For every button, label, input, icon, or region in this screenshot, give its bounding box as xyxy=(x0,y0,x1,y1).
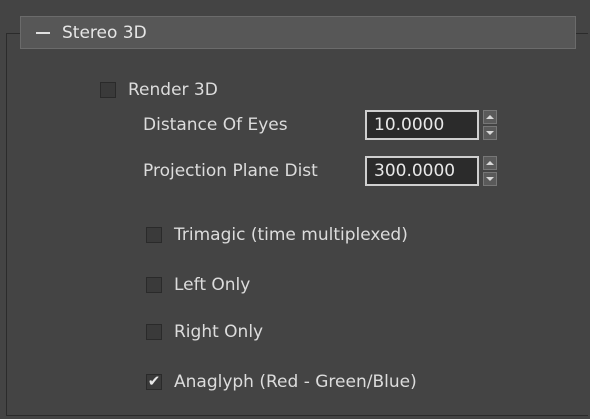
render-3d-row[interactable]: Render 3D xyxy=(100,80,218,100)
projection-plane-dist-decrement-button[interactable] xyxy=(483,172,497,186)
projection-plane-dist-spinner[interactable] xyxy=(483,156,497,186)
rollout-header-stereo-3d[interactable]: Stereo 3D xyxy=(20,16,576,49)
distance-of-eyes-value: 10.0000 xyxy=(374,115,445,135)
arrow-up-icon xyxy=(486,161,494,165)
distance-of-eyes-spinner[interactable] xyxy=(483,110,497,140)
left-only-label: Left Only xyxy=(174,275,251,295)
projection-plane-dist-input[interactable]: 300.0000 xyxy=(365,156,479,186)
distance-of-eyes-label: Distance Of Eyes xyxy=(143,115,288,135)
distance-of-eyes-decrement-button[interactable] xyxy=(483,126,497,140)
collapse-minus-icon[interactable] xyxy=(36,31,50,34)
distance-of-eyes-increment-button[interactable] xyxy=(483,110,497,124)
option-trimagic-row[interactable]: Trimagic (time multiplexed) xyxy=(146,225,408,245)
projection-plane-dist-value: 300.0000 xyxy=(374,161,456,181)
render-3d-checkbox[interactable] xyxy=(100,82,116,98)
rollout-title: Stereo 3D xyxy=(62,22,147,43)
arrow-down-icon xyxy=(486,177,494,181)
projection-plane-dist-increment-button[interactable] xyxy=(483,156,497,170)
right-only-checkbox[interactable] xyxy=(146,324,162,340)
option-anaglyph-row[interactable]: ✔ Anaglyph (Red - Green/Blue) xyxy=(146,372,417,392)
option-left-only-row[interactable]: Left Only xyxy=(146,275,250,295)
render-3d-label: Render 3D xyxy=(128,80,218,100)
checkmark-icon: ✔ xyxy=(147,371,161,390)
distance-of-eyes-input[interactable]: 10.0000 xyxy=(365,110,479,140)
projection-plane-dist-label: Projection Plane Dist xyxy=(143,161,318,181)
anaglyph-label: Anaglyph (Red - Green/Blue) xyxy=(174,372,417,392)
left-only-checkbox[interactable] xyxy=(146,277,162,293)
trimagic-label: Trimagic (time multiplexed) xyxy=(174,225,408,245)
arrow-up-icon xyxy=(486,115,494,119)
arrow-down-icon xyxy=(486,131,494,135)
anaglyph-checkbox[interactable]: ✔ xyxy=(146,371,162,390)
right-only-label: Right Only xyxy=(174,322,264,342)
option-right-only-row[interactable]: Right Only xyxy=(146,322,263,342)
trimagic-checkbox[interactable] xyxy=(146,227,162,243)
